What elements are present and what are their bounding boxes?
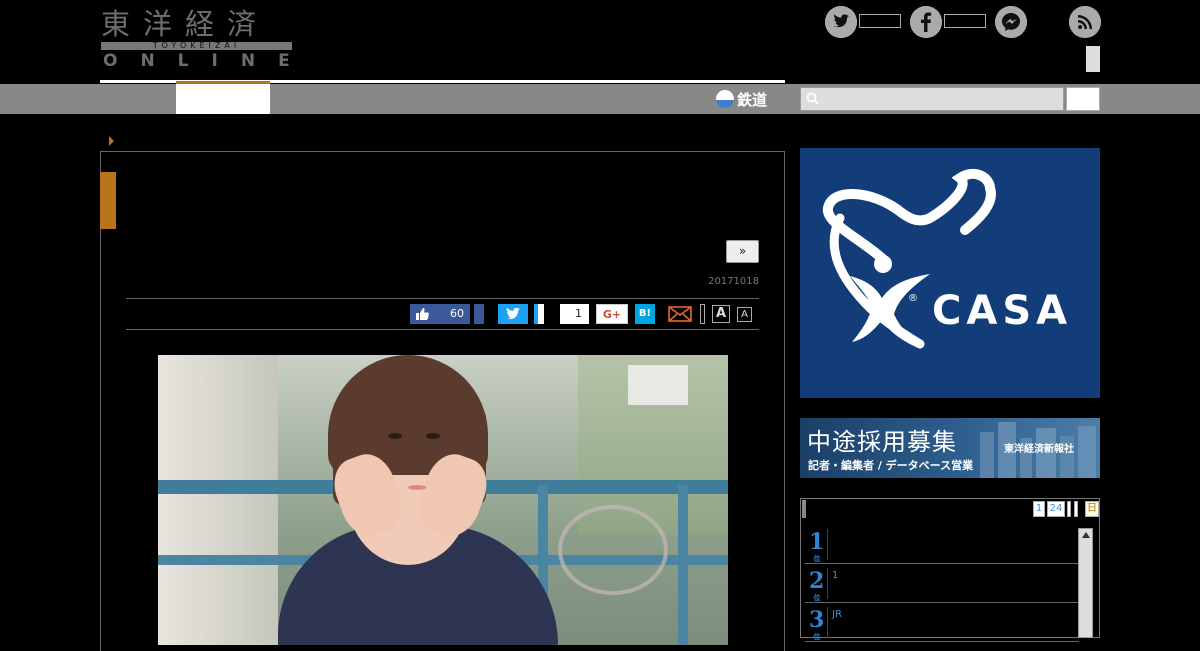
recruit-title: 中途採用募集 (807, 428, 957, 456)
ranking-header-marker (802, 500, 806, 518)
tweet-counter (534, 304, 544, 324)
ranking-title[interactable]: JR (832, 609, 842, 620)
facebook-like-button[interactable]: 60 (410, 304, 470, 324)
ranking-tab-3[interactable] (1067, 501, 1071, 517)
rss-feed-icon (1069, 6, 1101, 38)
facebook-icon[interactable] (910, 6, 942, 38)
casa-ad-banner[interactable]: ® CASA (800, 148, 1100, 398)
google-plus-button[interactable]: G+ (596, 304, 628, 324)
ranking-title[interactable]: 1 (832, 570, 838, 581)
nav-item-rail[interactable]: 鉄道 (716, 88, 767, 110)
ranking-list: 1位 2位 1 3位 JR (805, 525, 1079, 642)
ranking-tab-4[interactable] (1074, 501, 1078, 517)
messenger-bubble-icon (995, 6, 1027, 38)
hatena-bookmark-button[interactable]: B! (635, 304, 655, 324)
facebook-share-counter (474, 304, 484, 324)
header-login-tab[interactable] (1086, 46, 1100, 72)
ranking-separator (827, 607, 828, 638)
recruit-company: 東洋経済新報社 (1004, 444, 1074, 455)
ranking-number: 3位 (809, 607, 825, 641)
breadcrumb-arrow-icon (109, 136, 114, 146)
scroll-up-arrow-icon[interactable] (1082, 532, 1090, 538)
twitter-bird-icon (825, 6, 857, 38)
ranking-separator (827, 529, 828, 560)
facebook-like-count: 60 (450, 307, 464, 320)
ranking-scrollbar[interactable] (1078, 528, 1093, 638)
search-input[interactable] (800, 87, 1064, 111)
facebook-count (944, 14, 986, 28)
font-size-large-button[interactable]: A (712, 305, 730, 323)
twitter-icon (506, 307, 520, 320)
messenger-icon[interactable] (995, 6, 1027, 38)
ranking-number: 2位 (809, 568, 825, 602)
print-button[interactable] (700, 304, 705, 324)
facebook-f-icon (910, 6, 942, 38)
pocket-button[interactable]: 1 (554, 304, 589, 324)
font-size-small-button[interactable]: A (737, 307, 752, 322)
recruit-subtitle: 記者・編集者 / データベース営業 (808, 459, 974, 472)
twitter-count (859, 14, 901, 28)
logo-kanji: 東洋経済 (101, 7, 270, 41)
casa-heart-logo: ® CASA (822, 168, 1072, 349)
nav-item-rail-label: 鉄道 (737, 90, 768, 109)
tweet-button[interactable] (498, 304, 528, 324)
share-rule-bottom (126, 329, 759, 330)
train-icon (716, 90, 734, 108)
next-page-button[interactable]: » (726, 240, 759, 263)
ranking-tab-24[interactable]: 24 (1047, 501, 1065, 517)
mail-icon (668, 306, 692, 322)
nav-tab-active[interactable] (176, 81, 270, 114)
ranking-item[interactable]: 2位 1 (805, 564, 1079, 603)
twitter-icon[interactable] (825, 6, 857, 38)
site-logo[interactable]: 東洋経済 TOYOKEIZAI ONLINE (101, 6, 293, 71)
ranking-number: 1位 (809, 529, 825, 563)
thumbs-up-icon (416, 308, 429, 320)
ranking-tab-day[interactable]: 日 (1085, 501, 1099, 517)
ranking-item[interactable]: 1位 (805, 525, 1079, 564)
article-title-accent (100, 172, 116, 229)
ranking-separator (827, 568, 828, 599)
ranking-item[interactable]: 3位 JR (805, 603, 1079, 642)
ranking-tab-1[interactable]: 1 (1033, 501, 1045, 517)
logo-roman: TOYOKEIZAI (152, 41, 241, 50)
svg-text:®: ® (908, 293, 918, 304)
search-icon (806, 92, 819, 105)
article-date: 20171018 (708, 276, 759, 287)
rss-icon[interactable] (1069, 6, 1101, 38)
mail-button[interactable] (668, 304, 692, 324)
casa-ad-text: CASA (932, 288, 1072, 334)
logo-online: ONLINE (103, 51, 313, 71)
article-photo (158, 355, 728, 645)
search-button[interactable] (1066, 87, 1100, 111)
share-rule-top (126, 298, 759, 299)
